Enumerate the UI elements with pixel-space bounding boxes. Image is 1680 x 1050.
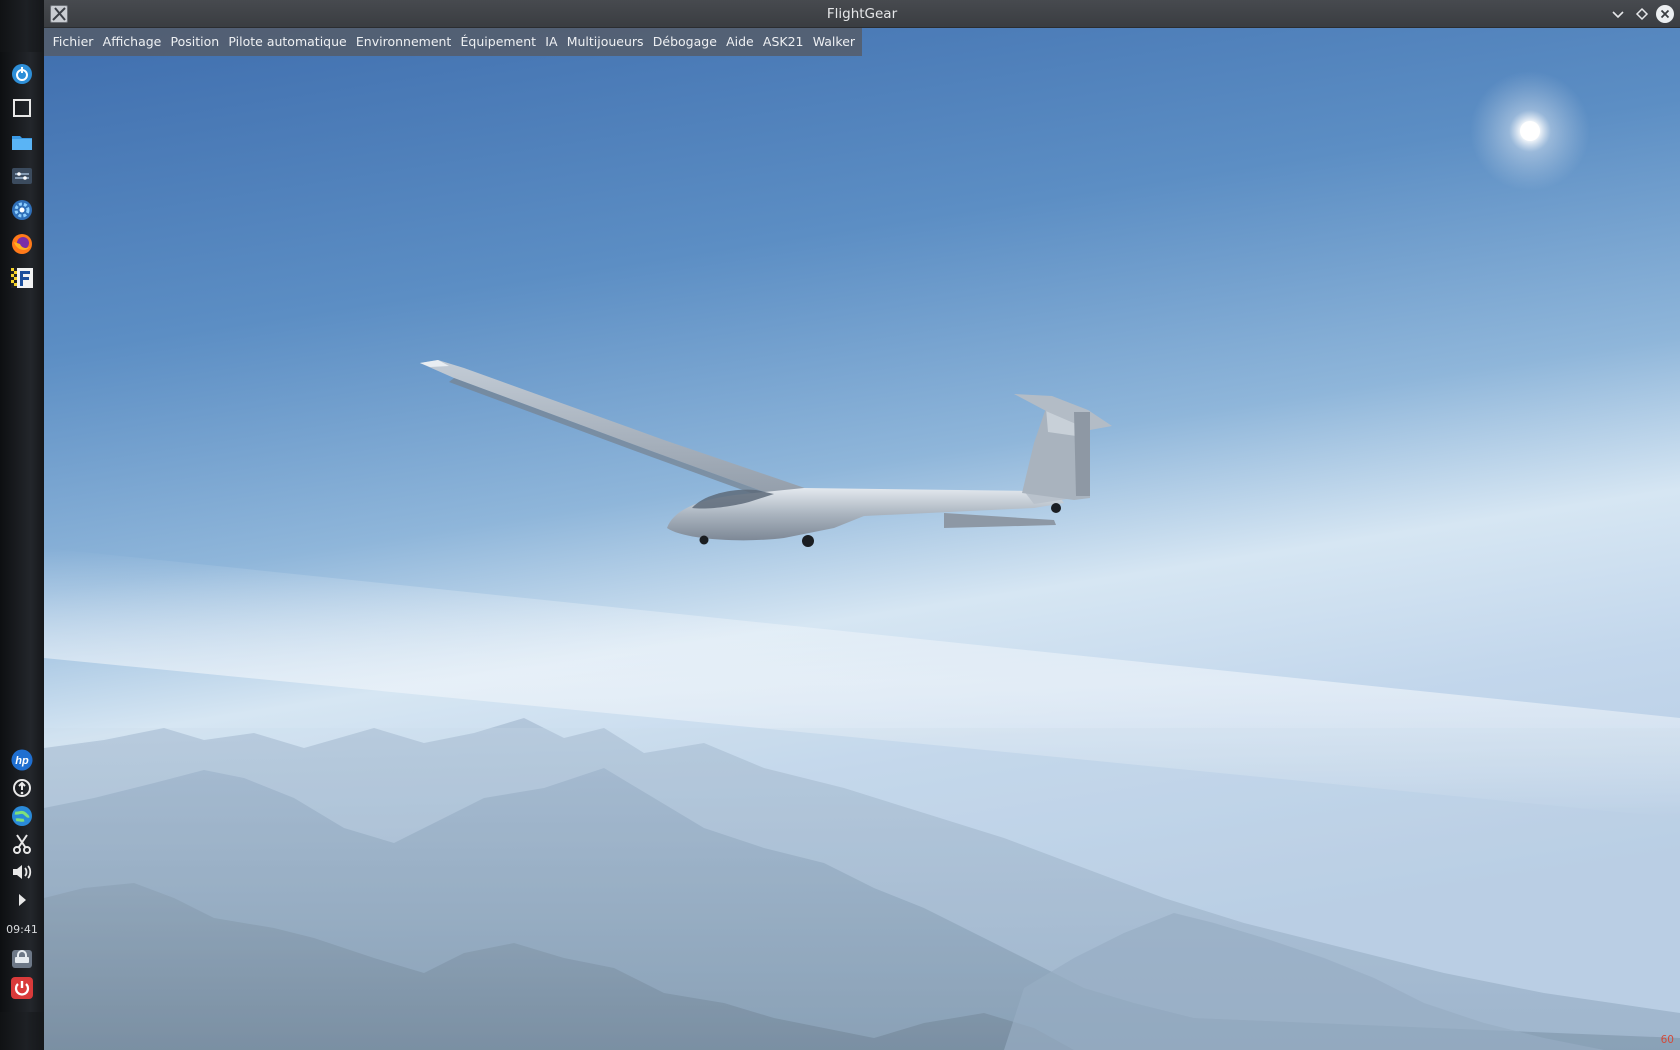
- screenshot-icon[interactable]: [10, 832, 34, 856]
- menu-aide[interactable]: Aide: [721, 28, 758, 56]
- chevron-down-icon: [1612, 11, 1624, 19]
- menu-pilote-automatique[interactable]: Pilote automatique: [224, 28, 352, 56]
- fps-counter: 60: [1660, 1034, 1674, 1046]
- power-icon[interactable]: [10, 976, 34, 1000]
- flight-viewport[interactable]: Fichier Affichage Position Pilote automa…: [44, 28, 1680, 1050]
- close-button[interactable]: [1656, 5, 1674, 23]
- show-desktop-icon[interactable]: [10, 96, 34, 120]
- taskbar: hp 09:41: [0, 0, 44, 1050]
- network-icon[interactable]: [10, 804, 34, 828]
- app-launcher-icon[interactable]: [10, 62, 34, 86]
- maximize-button[interactable]: [1633, 5, 1651, 23]
- menu-walker[interactable]: Walker: [808, 28, 860, 56]
- menu-ask21[interactable]: ASK21: [758, 28, 808, 56]
- menu-position[interactable]: Position: [166, 28, 224, 56]
- scene: [44, 28, 1680, 1050]
- menu-debogage[interactable]: Débogage: [648, 28, 721, 56]
- sun-core: [1520, 121, 1540, 141]
- clock[interactable]: 09:41: [0, 923, 44, 936]
- menu-fichier[interactable]: Fichier: [48, 28, 98, 56]
- minimize-button[interactable]: [1609, 5, 1627, 23]
- valley-mist: [44, 728, 1680, 1050]
- menu-environnement[interactable]: Environnement: [351, 28, 456, 56]
- expand-tray-icon[interactable]: [10, 888, 34, 912]
- hp-icon[interactable]: hp: [10, 748, 34, 772]
- system-settings-icon[interactable]: [10, 164, 34, 188]
- file-manager-icon[interactable]: [10, 130, 34, 154]
- window-titlebar[interactable]: FlightGear: [44, 0, 1680, 28]
- close-icon: [1660, 9, 1670, 19]
- window-title: FlightGear: [826, 6, 898, 22]
- lock-screen-icon[interactable]: [10, 947, 34, 971]
- menu-ia[interactable]: IA: [541, 28, 562, 56]
- updates-icon[interactable]: [10, 776, 34, 800]
- software-center-icon[interactable]: [10, 198, 34, 222]
- firefox-icon[interactable]: [10, 232, 34, 256]
- diamond-icon: [1635, 7, 1649, 21]
- menu-bar: Fichier Affichage Position Pilote automa…: [44, 28, 862, 56]
- volume-icon[interactable]: [10, 860, 34, 884]
- menu-multijoueurs[interactable]: Multijoueurs: [562, 28, 648, 56]
- menu-equipement[interactable]: Équipement: [456, 28, 541, 56]
- menu-affichage[interactable]: Affichage: [98, 28, 166, 56]
- flightgear-icon[interactable]: [10, 266, 34, 290]
- svg-text:hp: hp: [15, 755, 29, 767]
